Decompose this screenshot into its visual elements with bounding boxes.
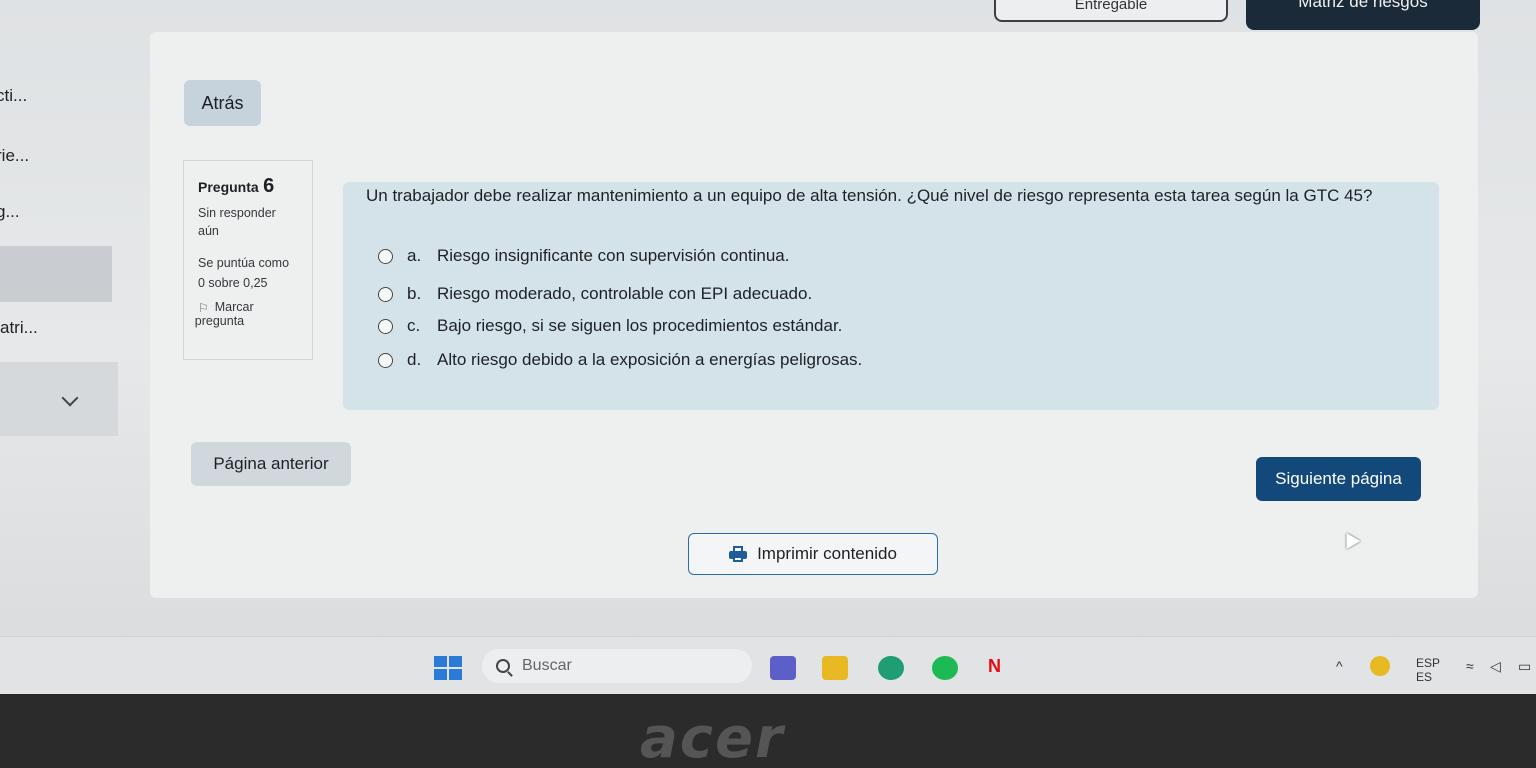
answer-option-b[interactable]: b. Riesgo moderado, controlable con EPI … (378, 284, 812, 304)
taskbar-search[interactable]: Buscar (482, 649, 752, 683)
option-letter: b. (407, 284, 422, 303)
radio-button[interactable] (378, 352, 393, 368)
sidebar-item-1[interactable]: cti... (0, 86, 27, 106)
print-label: Imprimir contenido (757, 544, 897, 563)
option-text: Riesgo insignificante con supervisión co… (437, 246, 790, 265)
sidebar-active-item[interactable] (0, 246, 112, 302)
question-status: Sin responder (198, 206, 276, 220)
question-score-2: 0 sobre 0,25 (198, 276, 268, 290)
wifi-icon[interactable]: ≈ (1466, 658, 1474, 674)
answer-option-d[interactable]: d. Alto riesgo debido a la exposición a … (378, 350, 862, 370)
matriz-riesgos-button[interactable]: Matriz de riesgos (1246, 0, 1480, 30)
sidebar: cti... rie... g... atri... (0, 0, 120, 440)
option-text: Riesgo moderado, controlable con EPI ade… (437, 284, 813, 303)
previous-page-button[interactable]: Página anterior (191, 442, 351, 486)
radio-button[interactable] (378, 286, 393, 302)
question-text: Un trabajador debe realizar mantenimient… (366, 186, 1373, 205)
language-indicator[interactable]: ESP ES (1416, 656, 1440, 684)
teams-icon[interactable] (770, 656, 796, 680)
flag-icon: ⚐ (198, 301, 209, 315)
chevron-up-icon[interactable]: ^ (1336, 658, 1343, 674)
language-line2: ES (1416, 670, 1433, 684)
sidebar-collapse-area[interactable] (0, 362, 118, 436)
answer-option-c[interactable]: c. Bajo riesgo, si se siguen los procedi… (378, 316, 842, 336)
app-tray-icon[interactable] (1370, 656, 1390, 676)
search-icon (496, 659, 510, 673)
search-placeholder: Buscar (522, 657, 572, 674)
taskbar (0, 636, 1536, 694)
entregable-button[interactable]: Entregable (994, 0, 1228, 22)
question-number: 6 (263, 175, 275, 197)
file-explorer-icon[interactable] (822, 656, 848, 680)
volume-icon[interactable]: ◁ (1490, 658, 1501, 675)
option-text: Bajo riesgo, si se siguen los procedimie… (437, 316, 843, 335)
radio-button[interactable] (378, 318, 393, 334)
flag-label: Marcar (214, 300, 254, 314)
back-button[interactable]: Atrás (184, 80, 261, 126)
sidebar-item-3[interactable]: g... (0, 202, 20, 222)
option-letter: c. (407, 316, 421, 335)
netflix-icon[interactable]: N (988, 656, 1004, 680)
option-text: Alto riesgo debido a la exposición a ene… (437, 350, 863, 369)
question-score: Se puntúa como (198, 256, 290, 270)
spotify-icon[interactable] (932, 656, 958, 680)
option-letter: a. (407, 246, 422, 265)
question-info-box: Pregunta 6 Sin responder aún Se puntúa c… (183, 160, 313, 360)
printer-icon (729, 546, 748, 562)
print-content-button[interactable]: Imprimir contenido (688, 533, 938, 575)
answer-option-a[interactable]: a. Riesgo insignificante con supervisión… (378, 246, 789, 266)
sidebar-item-2[interactable]: rie... (0, 146, 29, 166)
question-label: Pregunta (198, 179, 259, 195)
sidebar-item-4[interactable]: atri... (0, 318, 38, 338)
flag-question-button[interactable]: ⚐ Marcar pregunta (194, 300, 312, 328)
question-status-2: aún (198, 224, 219, 238)
language-line1: ESP (1416, 656, 1441, 670)
edge-icon[interactable] (878, 656, 904, 680)
option-letter: d. (407, 350, 422, 369)
flag-label-2: pregunta (194, 314, 245, 328)
windows-start-icon[interactable] (434, 656, 462, 680)
battery-icon[interactable]: ▭ (1518, 658, 1531, 675)
brand-logo: acer (640, 706, 785, 768)
radio-button[interactable] (378, 248, 393, 264)
next-page-button[interactable]: Siguiente página (1256, 457, 1421, 501)
